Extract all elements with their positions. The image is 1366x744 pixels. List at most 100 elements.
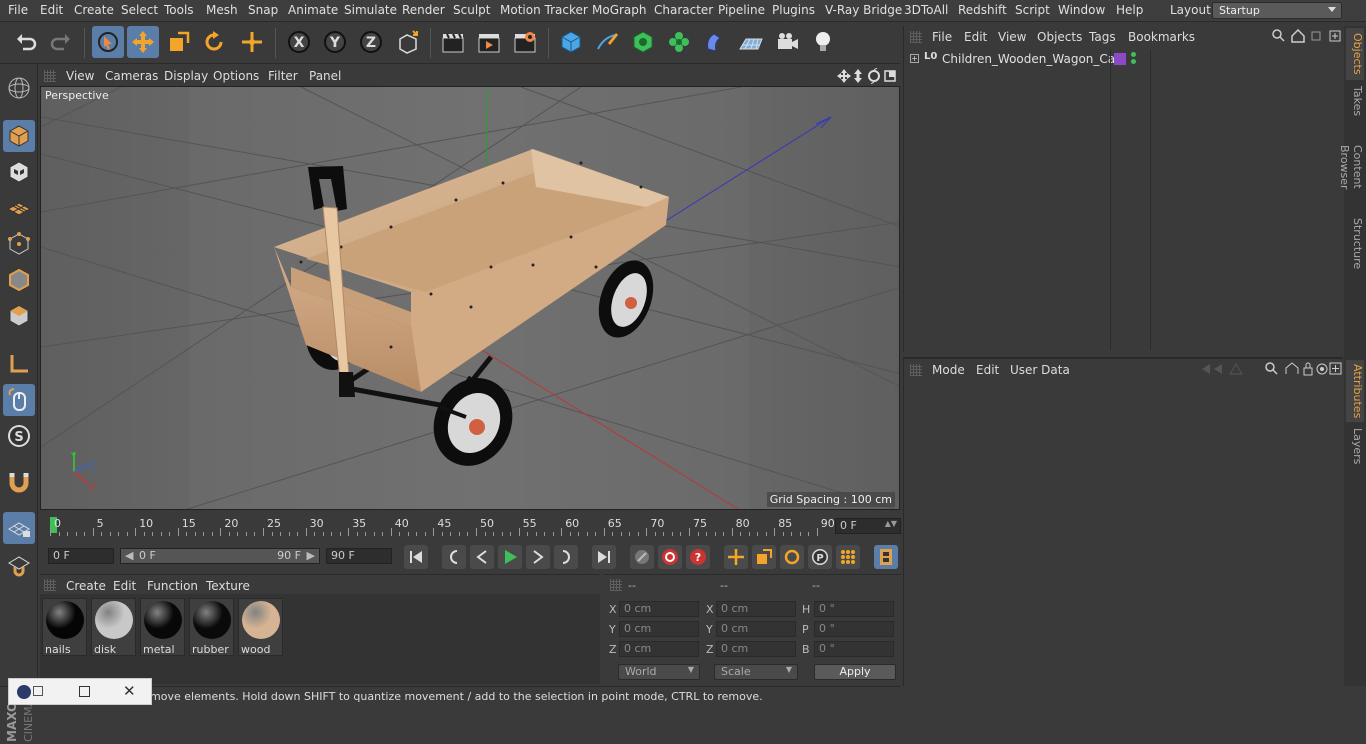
layer-color-swatch[interactable] [1114,53,1126,65]
undo-button[interactable] [10,26,42,58]
key-parameter-button[interactable]: P [808,545,832,569]
add-array-button[interactable] [663,26,695,58]
position-x-field[interactable]: 0 cm [619,601,699,617]
scale-tool-button[interactable] [163,26,195,58]
coordinate-system-button[interactable] [392,26,424,58]
menu-snap[interactable]: Snap [248,3,278,17]
close-icon[interactable]: ✕ [123,682,136,700]
menu-help[interactable]: Help [1116,3,1143,17]
tab-structure[interactable]: Structure [1346,216,1364,272]
material-menu-function[interactable]: Function [147,579,198,593]
record-active-objects-button[interactable] [630,545,654,569]
material-menu-texture[interactable]: Texture [206,579,250,593]
menu-tools[interactable]: Tools [164,3,194,17]
objects-menu-file[interactable]: File [932,30,952,44]
edge-mode-button[interactable] [3,264,35,296]
menu-vray-bridge[interactable]: V-Ray Bridge [825,3,902,17]
size-x-field[interactable]: 0 cm [716,601,796,617]
viewport-menu-panel[interactable]: Panel [309,69,341,83]
key-rotation-button[interactable] [780,545,804,569]
key-pla-button[interactable] [836,545,860,569]
menu-character[interactable]: Character [654,3,713,17]
go-to-end-button[interactable] [592,545,616,569]
timeline-ruler[interactable]: 0 5 10 15 20 25 30 35 40 45 50 55 60 65 70 75 80 85 90 0 F… [40,512,901,542]
objects-menu-edit[interactable]: Edit [964,30,987,44]
menu-mograph[interactable]: MoGraph [592,3,647,17]
start-frame-field[interactable]: 0 F [48,548,114,564]
menu-edit[interactable]: Edit [40,3,63,17]
expand-icon[interactable]: + [910,54,919,63]
frame-range-slider[interactable]: ◀ 0 F 90 F ▶ [120,548,320,564]
menu-3dtoall[interactable]: 3DToAll [904,3,948,17]
attributes-menu-user-data[interactable]: User Data [1010,363,1070,377]
viewport-menu-display[interactable]: Display [164,69,208,83]
range-start-arrow-icon[interactable]: ◀ [125,549,133,562]
menu-create[interactable]: Create [74,3,114,17]
previous-frame-button[interactable] [470,545,494,569]
go-to-start-button[interactable] [404,545,428,569]
redo-button[interactable] [45,26,77,58]
material-rubber[interactable]: rubber [189,598,234,656]
maximize-icon[interactable] [79,686,90,697]
model-mode-button[interactable] [3,120,35,152]
play-forward-button[interactable] [498,545,522,569]
position-z-field[interactable]: 0 cm [619,641,699,657]
menu-select[interactable]: Select [121,3,158,17]
polygon-mode-button[interactable] [3,300,35,332]
render-view-button[interactable] [437,26,469,58]
material-menu-create[interactable]: Create [66,579,106,593]
menu-render[interactable]: Render [402,3,445,17]
render-to-picture-viewer-button[interactable] [473,26,505,58]
x-axis-lock-button[interactable]: X [283,26,315,58]
material-metal[interactable]: metal [140,598,185,656]
menu-sculpt[interactable]: Sculpt [453,3,490,17]
viewport-menu-options[interactable]: Options [213,69,259,83]
objects-menu-bookmarks[interactable]: Bookmarks [1128,30,1195,44]
apply-button[interactable]: Apply [814,664,896,680]
attributes-menu-edit[interactable]: Edit [976,363,999,377]
solo-button[interactable]: S [3,420,35,452]
menu-redshift[interactable]: Redshift [958,3,1007,17]
rotation-b-field[interactable]: 0 ° [814,641,894,657]
layout-select[interactable]: Startup [1212,2,1342,19]
editor-visibility-dot[interactable] [1131,52,1136,57]
size-y-field[interactable]: 0 cm [716,621,796,637]
objects-menu-tags[interactable]: Tags [1089,30,1116,44]
menu-pipeline[interactable]: Pipeline [718,3,765,17]
live-selection-button[interactable] [92,26,124,58]
workplane-mode-button[interactable] [3,192,35,224]
rotate-tool-button[interactable] [198,26,230,58]
menu-file[interactable]: File [8,3,28,17]
point-mode-button[interactable] [3,228,35,260]
material-wood[interactable]: wood [238,598,283,656]
viewport-menu-cameras[interactable]: Cameras [105,69,158,83]
stepper-icon[interactable]: ▲▼ [885,519,897,528]
next-frame-button[interactable] [526,545,550,569]
add-subdivision-button[interactable] [627,26,659,58]
object-row-wagon[interactable]: + L0 Children_Wooden_Wagon_Cart [904,50,1344,68]
menu-plugins[interactable]: Plugins [772,3,815,17]
viewport-menu-filter[interactable]: Filter [268,69,298,83]
objects-menu-objects[interactable]: Objects [1037,30,1082,44]
material-disk[interactable]: disk [91,598,136,656]
menu-mesh[interactable]: Mesh [206,3,238,17]
render-visibility-dot[interactable] [1131,59,1136,64]
make-editable-button[interactable] [3,72,35,104]
viewport-navigation-icons[interactable] [836,68,898,84]
y-axis-lock-button[interactable]: Y [319,26,351,58]
transform-tool-button[interactable] [236,26,268,58]
material-nails[interactable]: nails [42,598,87,656]
texture-mode-button[interactable] [3,156,35,188]
tweak-mode-button[interactable] [3,384,35,416]
viewport-menu-view[interactable]: View [66,69,94,83]
rotation-p-field[interactable]: 0 ° [814,621,894,637]
material-menu-edit[interactable]: Edit [113,579,136,593]
menu-window[interactable]: Window [1058,3,1105,17]
timeline-window-button[interactable] [874,545,898,569]
workplane-lock-button[interactable] [3,548,35,580]
menu-motion-tracker[interactable]: Motion Tracker [500,3,588,17]
keyframe-selection-button[interactable]: ? [686,545,710,569]
add-deformer-button[interactable] [699,26,731,58]
end-frame-field[interactable]: 90 F [326,548,392,564]
transform-mode-dropdown[interactable]: Scale ▼ [714,664,798,680]
